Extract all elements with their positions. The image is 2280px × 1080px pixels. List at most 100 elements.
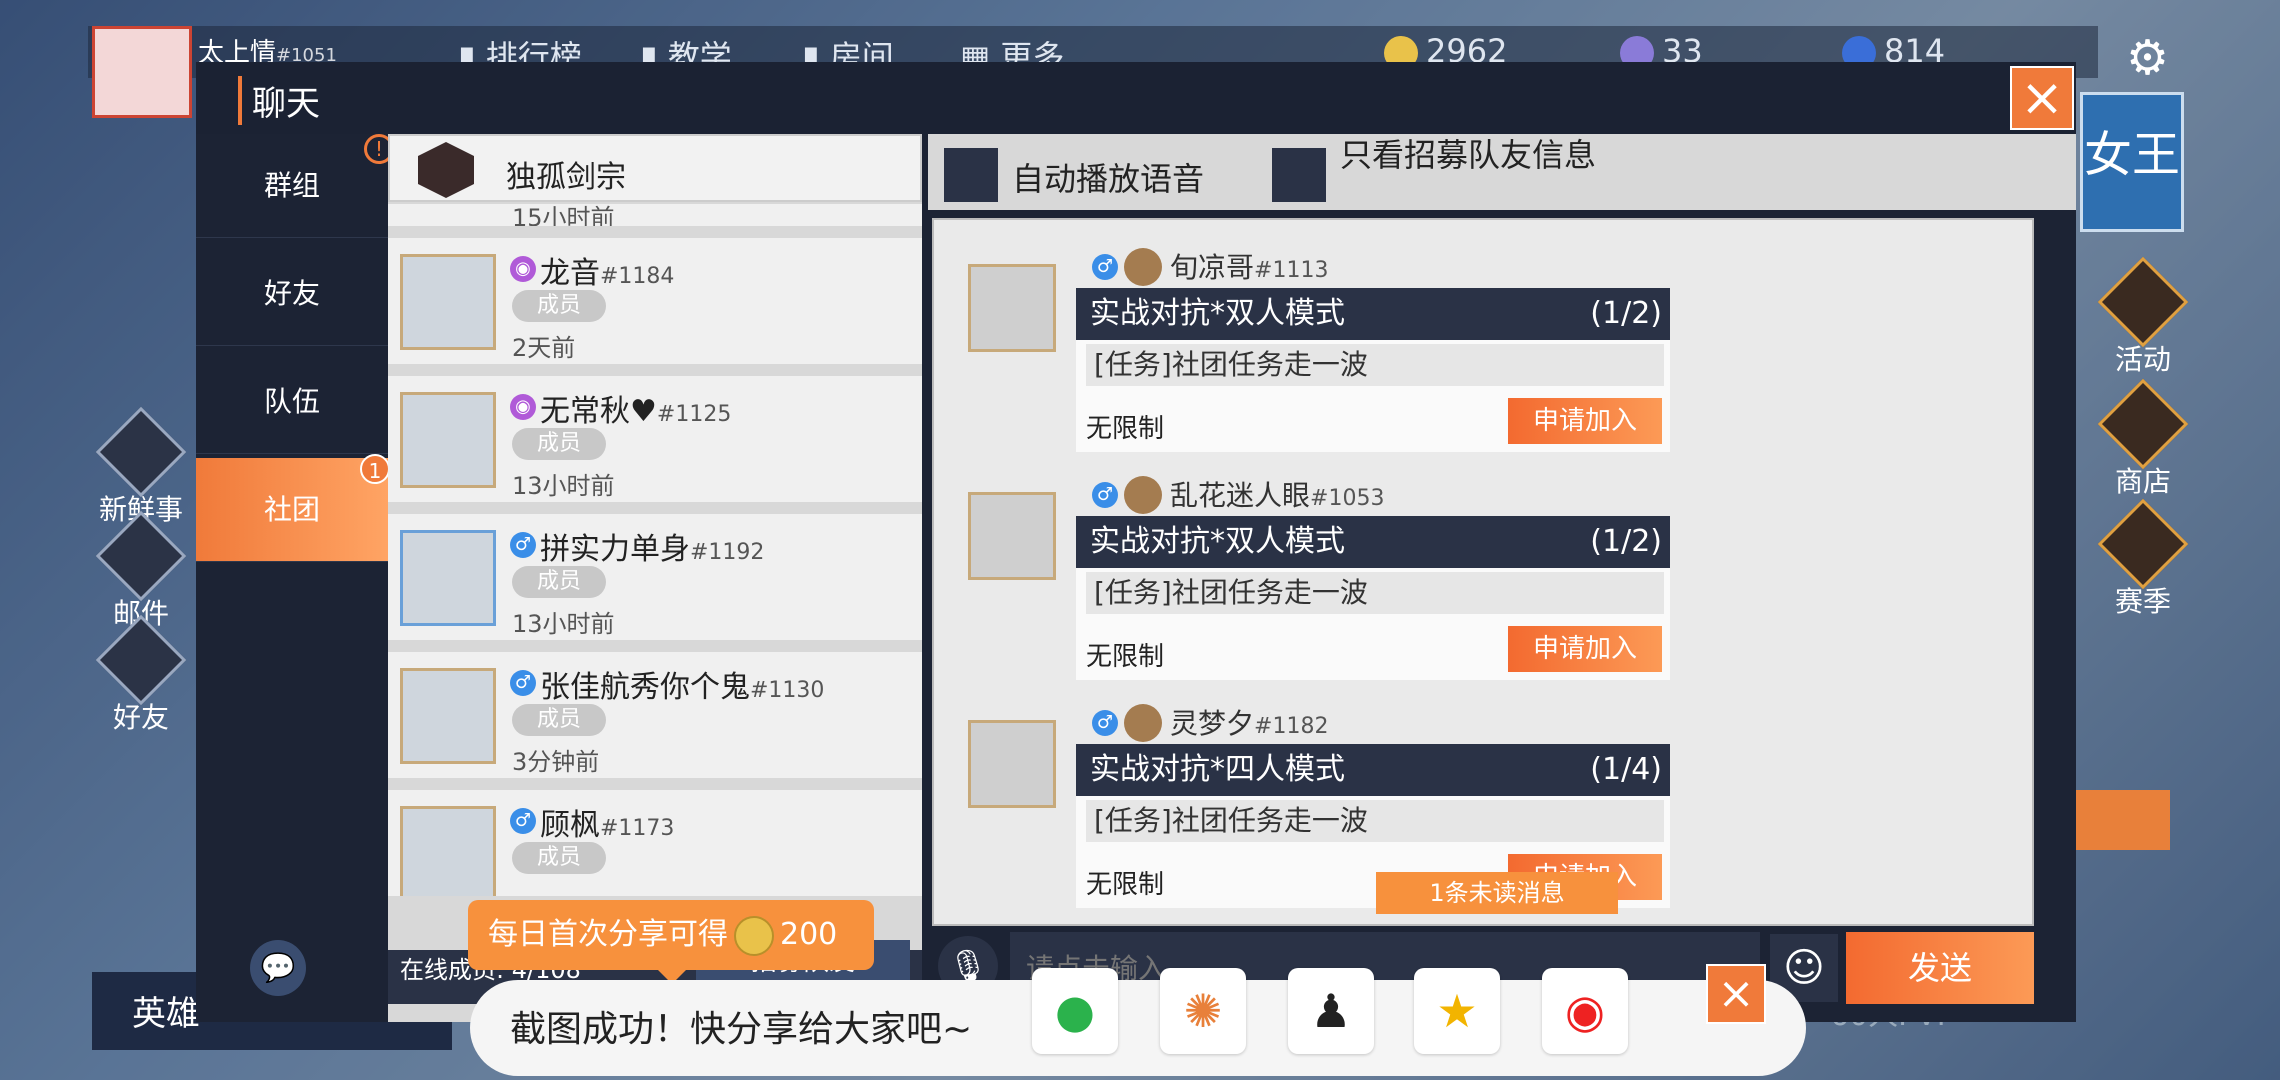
chat-panel-header: 聊天 × — [196, 62, 2076, 134]
chat-options-bar: 自动播放语音 只看招募队友信息 — [928, 134, 2076, 210]
close-share-button[interactable]: × — [1706, 964, 1766, 1024]
list-item[interactable]: ♂ 拼实力单身#1192 成员 13小时前 — [388, 514, 922, 646]
member-name: 无常秋♥#1125 — [540, 394, 732, 429]
member-role-badge: 成员 — [512, 566, 606, 598]
unread-messages-button[interactable]: 1条未读消息 — [1376, 872, 1618, 914]
sender-name: 乱花迷人眼#1053 — [1170, 479, 1385, 512]
chat-messages: ♂ 旬凉哥#1113 实战对抗*双人模式 (1/2) [任务]社团任务走一波 无… — [932, 218, 2034, 926]
avatar — [400, 668, 496, 764]
qq-icon[interactable]: ♟ — [1288, 968, 1374, 1054]
list-item[interactable]: ♂ 张佳航秀你个鬼#1130 成员 3分钟前 — [388, 652, 922, 784]
recruit-card: 实战对抗*双人模式 (1/2) [任务]社团任务走一波 无限制 申请加入 — [1076, 288, 1670, 452]
recruit-only-checkbox[interactable] — [1272, 148, 1326, 202]
panel-title: 聊天 — [238, 76, 320, 125]
male-icon: ♂ — [510, 670, 536, 696]
avatar[interactable] — [968, 492, 1056, 580]
list-item[interactable]: ◉ 无常秋♥#1125 成员 13小时前 — [388, 376, 922, 508]
auto-voice-checkbox[interactable] — [944, 148, 998, 202]
floating-chat-icon[interactable]: 💬 — [250, 940, 306, 996]
club-emblem-icon — [418, 142, 474, 198]
wechat-icon[interactable]: ● — [1032, 968, 1118, 1054]
recruit-card-title: 实战对抗*双人模式 — [1076, 288, 1670, 340]
member-role-badge: 成员 — [512, 842, 606, 874]
club-unread-badge: 1 — [360, 454, 390, 484]
recruit-card-title: 实战对抗*双人模式 — [1076, 516, 1670, 568]
star-icon — [2097, 498, 2189, 590]
gift-icon — [2097, 256, 2189, 348]
avatar-frame-icon — [1124, 248, 1162, 286]
recruit-card-task: [任务]社团任务走一波 — [1086, 572, 1664, 614]
right-season[interactable]: 赛季 — [2097, 498, 2189, 620]
mail-icon — [95, 510, 187, 602]
shop-icon — [2097, 378, 2189, 470]
tab-club[interactable]: 社团 — [196, 458, 388, 562]
member-time: 13小时前 — [512, 472, 615, 500]
apply-join-button[interactable]: 申请加入 — [1508, 398, 1662, 444]
side-promo — [2060, 790, 2170, 850]
list-item[interactable]: ◉ 龙音#1184 成员 2天前 — [388, 238, 922, 370]
weibo-icon[interactable]: ◉ — [1542, 968, 1628, 1054]
eye-icon: ◉ — [510, 394, 536, 420]
recruit-only-label: 只看招募队友信息 — [1340, 136, 1597, 174]
member-time: 15小时前 — [512, 204, 615, 232]
avatar — [400, 530, 496, 626]
member-name: 拼实力单身#1192 — [540, 532, 765, 567]
qzone-icon[interactable]: ★ — [1414, 968, 1500, 1054]
chat-nav: 群组 好友 队伍 社团 1 — [196, 134, 390, 1022]
member-name: 龙音#1184 — [540, 256, 675, 291]
tab-team[interactable]: 队伍 — [196, 350, 388, 454]
recruit-card: 实战对抗*双人模式 (1/2) [任务]社团任务走一波 无限制 申请加入 — [1076, 516, 1670, 680]
share-reward-amount: 200 — [780, 917, 838, 952]
male-icon: ♂ — [1092, 482, 1118, 508]
friends-icon — [95, 614, 187, 706]
avatar — [400, 392, 496, 488]
male-icon: ♂ — [1092, 254, 1118, 280]
tab-groups[interactable]: 群组 — [196, 134, 388, 238]
send-button[interactable]: 发送 — [1846, 932, 2034, 1004]
recruit-card-task: [任务]社团任务走一波 — [1086, 344, 1664, 386]
settings-gear-icon[interactable]: ⚙ — [2126, 30, 2169, 86]
right-shop[interactable]: 商店 — [2097, 378, 2189, 500]
queen-banner[interactable]: 女王 — [2080, 92, 2184, 232]
camera-icon — [95, 406, 187, 498]
moments-icon[interactable]: ✺ — [1160, 968, 1246, 1054]
avatar[interactable] — [968, 264, 1056, 352]
recruit-card-count: (1/2) — [1590, 524, 1662, 559]
male-icon: ♂ — [510, 532, 536, 558]
recruit-card-title: 实战对抗*四人模式 — [1076, 744, 1670, 796]
eye-icon: ◉ — [510, 256, 536, 282]
avatar-frame-icon — [1124, 704, 1162, 742]
share-message: 截图成功！快分享给大家吧~ — [510, 1009, 973, 1050]
club-header[interactable]: 独孤剑宗 — [388, 134, 922, 202]
recruit-card-count: (1/2) — [1590, 296, 1662, 331]
male-icon: ♂ — [1092, 710, 1118, 736]
share-reward-text: 每日首次分享可得 — [488, 917, 728, 952]
tab-friends[interactable]: 好友 — [196, 242, 388, 346]
club-name: 独孤剑宗 — [506, 160, 626, 195]
avatar-frame-icon — [1124, 476, 1162, 514]
member-time: 3分钟前 — [512, 748, 600, 776]
share-reward-tip: 每日首次分享可得 200 — [468, 900, 874, 984]
coin-icon — [734, 915, 774, 956]
member-time: 13小时前 — [512, 610, 615, 638]
member-role-badge: 成员 — [512, 428, 606, 460]
male-icon: ♂ — [510, 808, 536, 834]
player-avatar[interactable] — [92, 26, 192, 118]
auto-voice-label: 自动播放语音 — [1012, 160, 1205, 198]
list-item[interactable]: 15小时前 — [388, 204, 922, 232]
member-role-badge: 成员 — [512, 704, 606, 736]
right-activity[interactable]: 活动 — [2097, 256, 2189, 378]
member-time: 2天前 — [512, 334, 576, 362]
side-friends[interactable]: 好友 — [95, 614, 187, 736]
member-list: 独孤剑宗 15小时前 ◉ 龙音#1184 成员 2天前 ◉ 无常秋♥#1125 … — [388, 134, 922, 1022]
recruit-card-limit: 无限制 — [1086, 642, 1165, 672]
sender-name: 旬凉哥#1113 — [1170, 251, 1329, 284]
recruit-card-task: [任务]社团任务走一波 — [1086, 800, 1664, 842]
recruit-card-limit: 无限制 — [1086, 870, 1165, 900]
close-chat-button[interactable]: × — [2010, 66, 2074, 130]
list-item[interactable]: ♂ 顾枫#1173 成员 — [388, 790, 922, 902]
member-role-badge: 成员 — [512, 290, 606, 322]
avatar[interactable] — [968, 720, 1056, 808]
apply-join-button[interactable]: 申请加入 — [1508, 626, 1662, 672]
recruit-card-limit: 无限制 — [1086, 414, 1165, 444]
